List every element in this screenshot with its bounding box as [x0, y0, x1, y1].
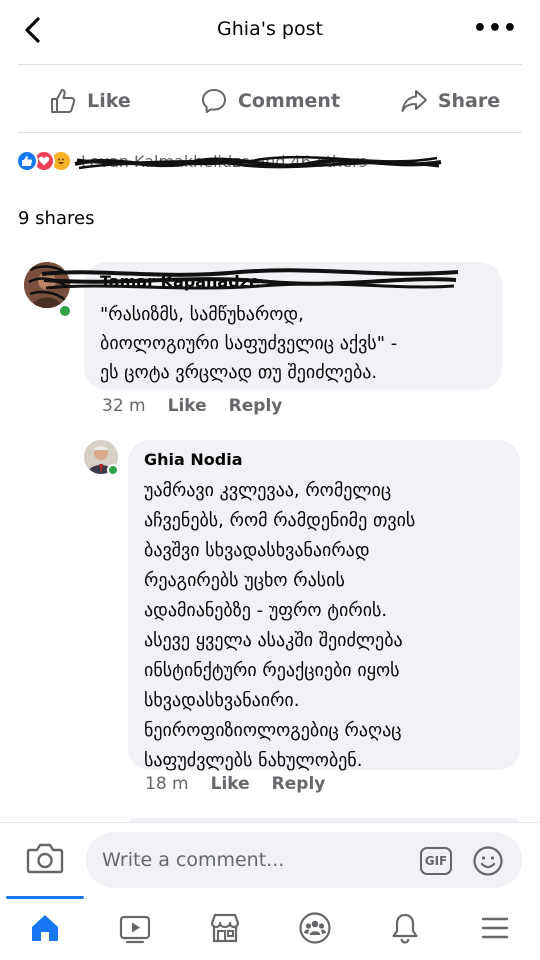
- divider: [18, 132, 522, 133]
- comment-meta: 32 m Like Reply: [102, 396, 282, 416]
- share-icon: [401, 90, 427, 112]
- comment-reply-button[interactable]: Reply: [229, 396, 283, 416]
- more-options-icon[interactable]: •••: [473, 16, 518, 41]
- reactions-text[interactable]: Levan Kalmakhelidze and 46 others: [74, 152, 442, 171]
- comment-bubble[interactable]: Ghia Nodia უამრავი კვლევაა, რომელიც აჩვე…: [128, 440, 520, 771]
- comment-author-name[interactable]: Ghia Nodia: [144, 450, 504, 472]
- online-status-dot: [58, 304, 72, 318]
- comment-input[interactable]: [86, 832, 522, 888]
- comment-like-button[interactable]: Like: [211, 774, 250, 794]
- comment-meta: 18 m Like Reply: [145, 774, 325, 794]
- comment-text: "რასიზმს, სამწუხაროდ, ბიოლოგიური საფუძვე…: [100, 304, 398, 383]
- comment-time: 18 m: [145, 774, 189, 794]
- tab-menu[interactable]: [450, 896, 540, 960]
- gif-button[interactable]: GIF: [420, 847, 452, 875]
- tab-notifications[interactable]: [360, 896, 450, 960]
- comment-reply-button[interactable]: Reply: [272, 774, 326, 794]
- like-label: Like: [87, 90, 131, 112]
- menu-icon: [481, 917, 509, 939]
- thumbs-up-icon: [51, 89, 76, 113]
- redaction-scribble: [74, 155, 442, 169]
- comment-text: უამრავი კვლევაა, რომელიც აჩვენებს, რომ რ…: [144, 480, 416, 771]
- comment-bubble[interactable]: Tamar Kapanadze "რასიზმს, სამწუხაროდ, ბი…: [41, 262, 502, 390]
- divider: [18, 64, 522, 65]
- comment-icon: [201, 89, 226, 113]
- online-status-dot: [107, 464, 119, 476]
- comment-like-button[interactable]: Like: [168, 396, 207, 416]
- groups-icon: [299, 912, 331, 944]
- tab-home[interactable]: [0, 896, 90, 960]
- tab-watch[interactable]: [90, 896, 180, 960]
- home-icon: [32, 915, 58, 941]
- shares-count[interactable]: 9 shares: [18, 208, 94, 229]
- comment-button[interactable]: Comment: [180, 70, 360, 132]
- watch-icon: [119, 915, 151, 944]
- share-button[interactable]: Share: [360, 70, 540, 132]
- camera-icon[interactable]: [26, 841, 64, 875]
- comment-time: 32 m: [102, 396, 146, 416]
- comment-label: Comment: [237, 90, 341, 112]
- post-actions: Like Comment Share: [0, 70, 540, 132]
- tab-groups[interactable]: [270, 896, 360, 960]
- reactions-summary[interactable]: Levan Kalmakhelidze and 46 others: [16, 146, 442, 176]
- bottom-tab-bar: [0, 896, 540, 960]
- tab-marketplace[interactable]: [180, 896, 270, 960]
- like-button[interactable]: Like: [0, 70, 180, 132]
- page-title: Ghia's post: [217, 18, 323, 40]
- marketplace-icon: [210, 913, 240, 943]
- top-bar: Ghia's post •••: [0, 0, 540, 62]
- notifications-icon: [392, 913, 418, 944]
- comment-composer: GIF: [0, 822, 540, 896]
- like-reaction-icon: [16, 150, 38, 172]
- emoji-icon[interactable]: [472, 845, 504, 877]
- comment-author[interactable]: Tamar Kapanadze: [41, 268, 486, 294]
- redaction-scribble: [41, 268, 459, 290]
- share-label: Share: [437, 90, 501, 112]
